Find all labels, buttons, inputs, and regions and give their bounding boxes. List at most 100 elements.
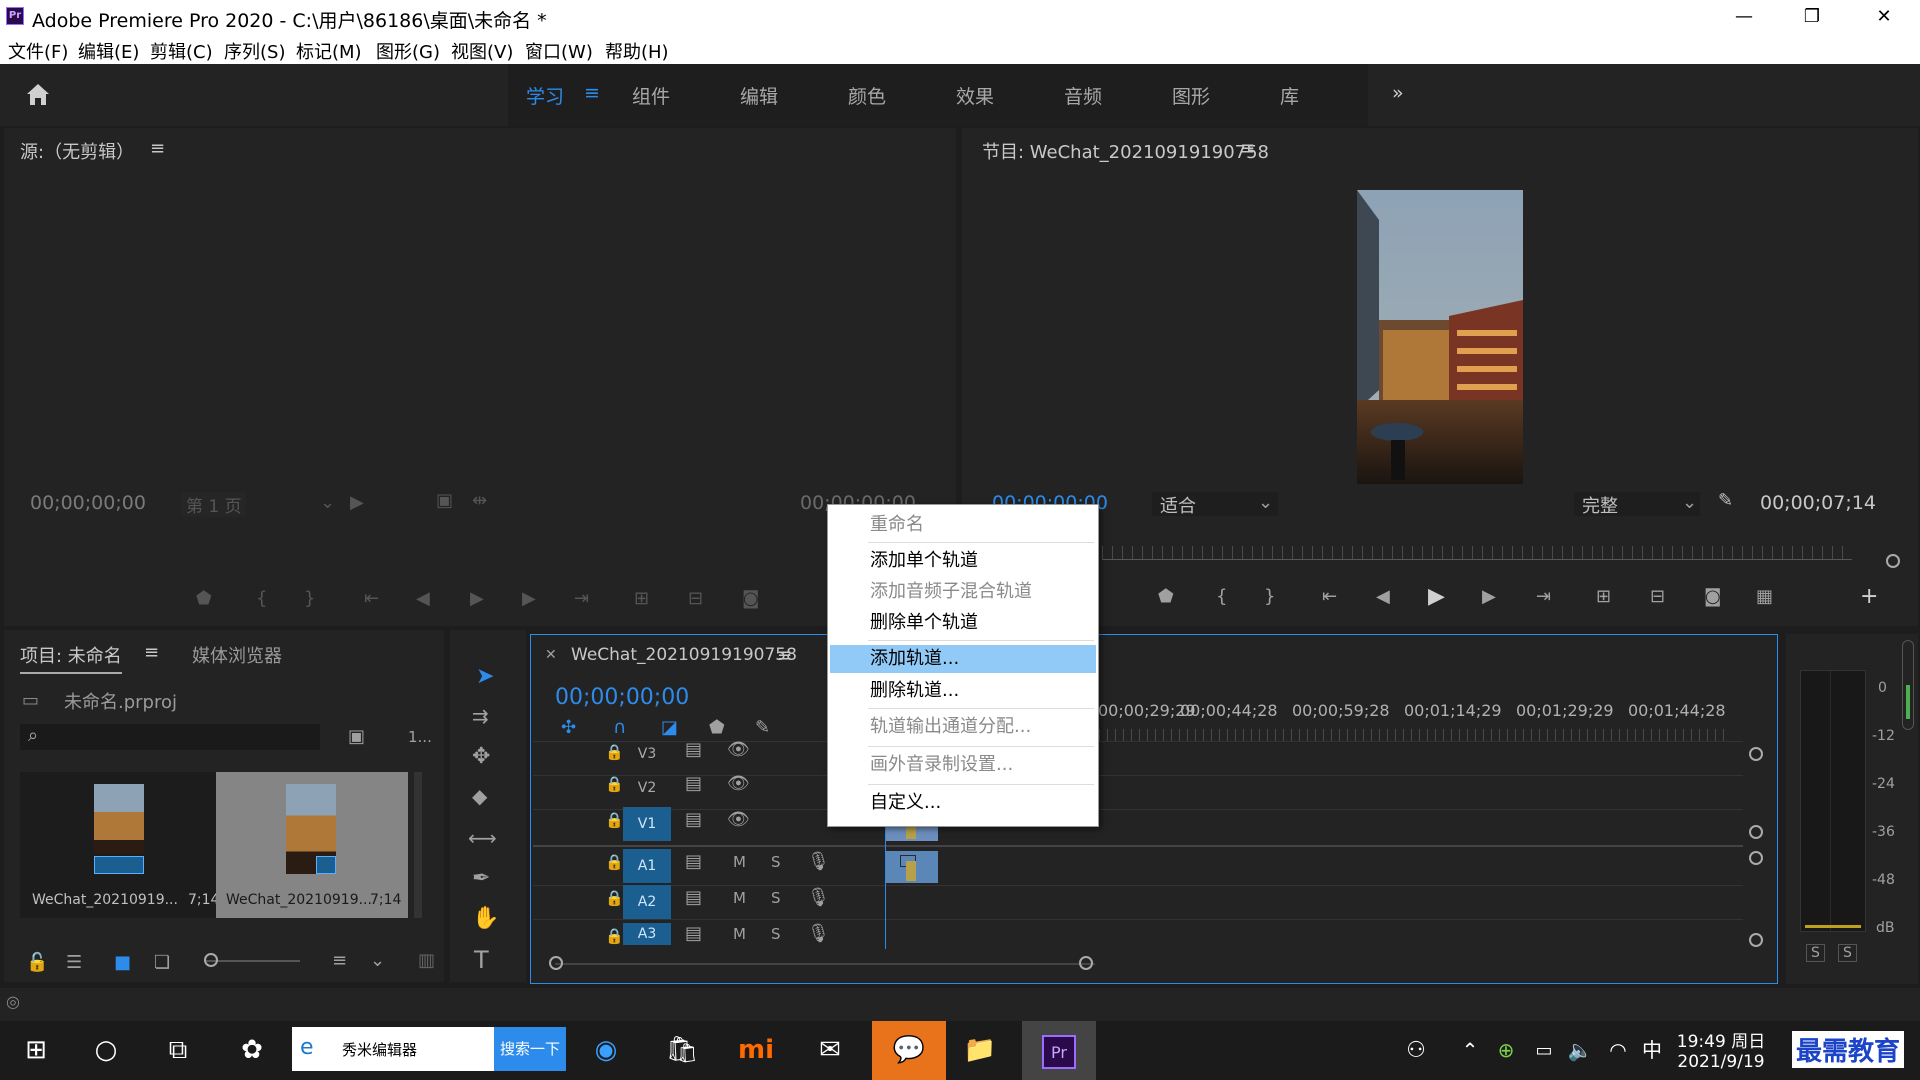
program-add-marker-icon[interactable]: ⬟ — [1158, 586, 1174, 607]
mail-icon[interactable]: ✉ — [800, 1021, 860, 1080]
program-video-frame[interactable] — [1357, 190, 1523, 484]
track-visibility-eye-icon[interactable]: 👁 — [727, 739, 750, 760]
source-export-icon[interactable]: ⇹ — [472, 490, 487, 511]
playhead[interactable] — [885, 825, 886, 949]
type-tool-icon[interactable]: T — [474, 946, 489, 974]
audio-track-scroll-bottom[interactable] — [1749, 933, 1763, 947]
track-lock-icon[interactable]: 🔒 — [605, 889, 624, 907]
ctx-add-single-track[interactable]: 添加单个轨道 — [830, 547, 1096, 575]
audio-track-scroll-top[interactable] — [1749, 851, 1763, 865]
freeform-view-icon[interactable]: ❏ — [154, 952, 170, 973]
program-mark-out-icon[interactable]: } — [1264, 586, 1275, 607]
timeline-zoom-right-handle[interactable] — [1079, 956, 1093, 970]
track-select-tool-icon[interactable]: ⇉ — [472, 704, 489, 728]
program-lift-icon[interactable]: ⊞ — [1596, 586, 1611, 607]
store-icon[interactable]: 🛍 — [652, 1021, 712, 1080]
list-view-icon[interactable]: ☰ — [66, 952, 82, 973]
timeline-tab[interactable]: WeChat_20210919190758 — [571, 645, 797, 665]
timeline-horizontal-scrollbar[interactable] — [555, 963, 1095, 965]
program-go-to-out-icon[interactable]: ⇥ — [1536, 586, 1551, 607]
program-export-frame-icon[interactable]: ◙ — [1704, 586, 1721, 607]
sync-lock-icon[interactable]: ▤ — [685, 773, 702, 794]
source-timecode-left[interactable]: 00;00;00;00 — [30, 492, 146, 514]
workspace-menu-icon[interactable]: ≡ — [584, 82, 600, 104]
people-icon[interactable]: ⚇ — [1386, 1021, 1446, 1080]
source-page-select[interactable]: 第 1 页 — [182, 492, 246, 517]
source-panel-menu-icon[interactable]: ≡ — [150, 138, 165, 159]
tab-media-browser[interactable]: 媒体浏览器 — [192, 642, 282, 668]
project-item-selected[interactable]: WeChat_20210919... 7;14 — [216, 772, 408, 918]
mi-app-icon[interactable]: mi — [726, 1021, 786, 1080]
razor-tool-icon[interactable]: ◆ — [472, 784, 487, 808]
taskbar-search-box[interactable]: e 秀米编辑器 — [292, 1027, 494, 1071]
track-lock-icon[interactable]: 🔒 — [605, 811, 624, 829]
tab-editing[interactable]: 编辑 — [740, 82, 778, 109]
linked-selection-icon[interactable]: ◪ — [661, 717, 678, 738]
source-export-frame-icon[interactable]: ◙ — [742, 588, 759, 609]
solo-track-button[interactable]: S — [771, 925, 781, 943]
mute-track-button[interactable]: M — [733, 925, 746, 943]
menu-window[interactable]: 窗口(W) — [525, 38, 593, 64]
tab-project[interactable]: 项目: 未命名 — [20, 642, 122, 674]
nest-sequence-icon[interactable]: ✣ — [561, 717, 576, 738]
project-search-input[interactable]: ⌕ — [20, 724, 320, 750]
ctx-add-audio-submix-track[interactable]: 添加音频子混合轨道 — [830, 578, 1096, 606]
program-extract-icon[interactable]: ⊟ — [1650, 586, 1665, 607]
program-go-to-in-icon[interactable]: ⇤ — [1322, 586, 1337, 607]
icon-view-icon[interactable]: ■ — [114, 952, 131, 973]
project-panel-menu-icon[interactable]: ≡ — [144, 642, 159, 663]
selection-tool-icon[interactable]: ➤ — [476, 664, 494, 689]
sort-icon[interactable]: ≡ — [332, 950, 347, 971]
tab-color[interactable]: 颜色 — [848, 82, 886, 109]
menu-graphics[interactable]: 图形(G) — [376, 38, 440, 64]
source-step-forward-icon[interactable]: ▶ — [522, 588, 536, 609]
source-go-to-out-icon[interactable]: ⇥ — [574, 588, 589, 609]
track-label-v2[interactable]: V2 — [623, 771, 671, 805]
home-icon[interactable] — [24, 80, 52, 108]
source-overwrite-icon[interactable]: ⊟ — [688, 588, 703, 609]
video-track-scroll-top[interactable] — [1749, 747, 1763, 761]
windows-start-icon[interactable]: ⊞ — [6, 1021, 66, 1080]
ctx-rename[interactable]: 重命名 — [830, 511, 1096, 539]
track-label-a3[interactable]: A3 — [623, 923, 671, 945]
sync-lock-icon[interactable]: ▤ — [685, 923, 702, 944]
zoom-slider[interactable] — [204, 960, 300, 962]
source-step-back-icon[interactable]: ◀ — [416, 588, 430, 609]
task-view-icon[interactable]: ⧉ — [148, 1021, 208, 1080]
video-track-scroll-bottom[interactable] — [1749, 825, 1763, 839]
track-label-a2[interactable]: A2 — [623, 885, 671, 919]
program-fit-dropdown-icon[interactable]: ⌄ — [1258, 492, 1273, 513]
track-label-v1[interactable]: V1 — [623, 807, 671, 841]
program-step-forward-icon[interactable]: ▶ — [1482, 586, 1496, 607]
zoom-slider-handle[interactable] — [204, 953, 218, 967]
sort-dropdown-icon[interactable]: ⌄ — [370, 950, 385, 971]
menu-edit[interactable]: 编辑(E) — [78, 38, 139, 64]
timeline-add-marker-icon[interactable]: ⬟ — [709, 717, 725, 738]
program-mark-in-icon[interactable]: { — [1216, 586, 1227, 607]
pinwheel-app-icon[interactable]: ✿ — [222, 1021, 282, 1080]
menu-help[interactable]: 帮助(H) — [605, 38, 669, 64]
program-panel-menu-icon[interactable]: ≡ — [1240, 138, 1255, 159]
meter-solo-left-button[interactable]: S — [1806, 944, 1825, 962]
track-label-v3[interactable]: V3 — [623, 737, 671, 771]
track-visibility-eye-icon[interactable]: 👁 — [727, 773, 750, 794]
source-settings-icon[interactable]: ▣ — [436, 490, 453, 511]
taskbar-clock[interactable]: 19:49 周日 2021/9/19 — [1666, 1027, 1776, 1072]
snap-magnet-icon[interactable]: ∩ — [613, 717, 626, 738]
project-item[interactable]: WeChat_20210919... 7;14 — [20, 772, 219, 918]
lock-icon[interactable]: 🔓 — [26, 952, 48, 973]
timeline-timecode[interactable]: 00;00;00;00 — [555, 685, 689, 710]
ctx-customize[interactable]: 自定义... — [830, 789, 1096, 817]
menu-clip[interactable]: 剪辑(C) — [150, 38, 213, 64]
hand-tool-icon[interactable]: ✋ — [472, 906, 499, 931]
sync-lock-icon[interactable]: ▤ — [685, 887, 702, 908]
program-play-icon[interactable]: ▶ — [1428, 584, 1445, 609]
track-lock-icon[interactable]: 🔒 — [605, 927, 624, 945]
edge-browser-icon[interactable]: ◉ — [576, 1021, 636, 1080]
cortana-icon[interactable]: ○ — [76, 1021, 136, 1080]
project-scrollbar[interactable] — [414, 772, 422, 918]
ctx-delete-single-track[interactable]: 删除单个轨道 — [830, 609, 1096, 637]
taskbar-search-button[interactable]: 搜索一下 — [494, 1027, 566, 1071]
sync-lock-icon[interactable]: ▤ — [685, 809, 702, 830]
menu-marker[interactable]: 标记(M) — [296, 38, 362, 64]
